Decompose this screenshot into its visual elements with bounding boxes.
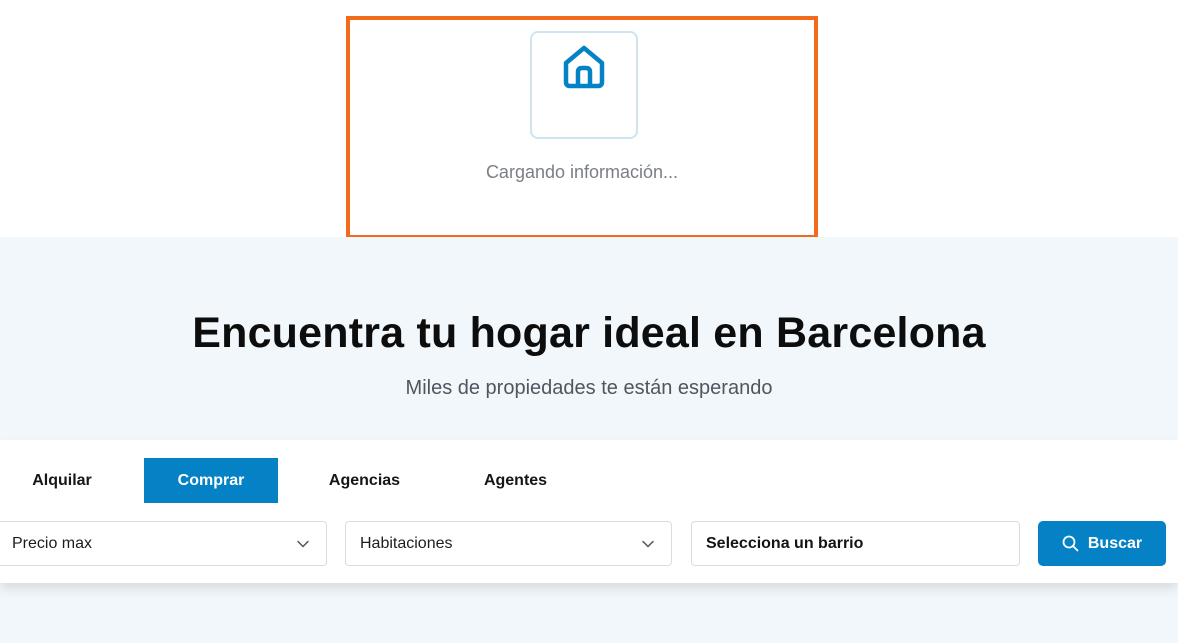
tab-agencias[interactable]: Agencias xyxy=(298,458,431,503)
search-icon xyxy=(1062,535,1079,552)
neighborhood-value: Selecciona un barrio xyxy=(706,534,864,552)
chevron-down-icon xyxy=(642,540,654,548)
hero-subtitle: Miles de propiedades te están esperando xyxy=(405,377,773,399)
loading-panel: Cargando información... xyxy=(346,16,818,239)
page: Cargando información... Encuentra tu hog… xyxy=(0,0,1178,643)
search-button-label: Buscar xyxy=(1087,534,1143,552)
price-max-value: Precio max xyxy=(12,534,93,552)
rooms-value: Habitaciones xyxy=(360,534,453,552)
loading-icon-tile xyxy=(530,31,638,139)
tab-comprar[interactable]: Comprar xyxy=(144,458,278,503)
home-icon xyxy=(563,45,605,89)
search-panel: Alquilar Comprar Agencias Agentes Precio… xyxy=(0,440,1178,583)
tab-alquilar[interactable]: Alquilar xyxy=(0,458,124,503)
chevron-down-icon xyxy=(297,540,309,548)
loading-text: Cargando información... xyxy=(485,162,679,182)
neighborhood-select[interactable]: Selecciona un barrio xyxy=(691,521,1020,566)
tab-agentes[interactable]: Agentes xyxy=(451,458,580,503)
hero-title: Encuentra tu hogar ideal en Barcelona xyxy=(192,309,986,357)
price-max-select[interactable]: Precio max xyxy=(0,521,327,566)
rooms-select[interactable]: Habitaciones xyxy=(345,521,672,566)
search-button[interactable]: Buscar xyxy=(1038,521,1166,566)
